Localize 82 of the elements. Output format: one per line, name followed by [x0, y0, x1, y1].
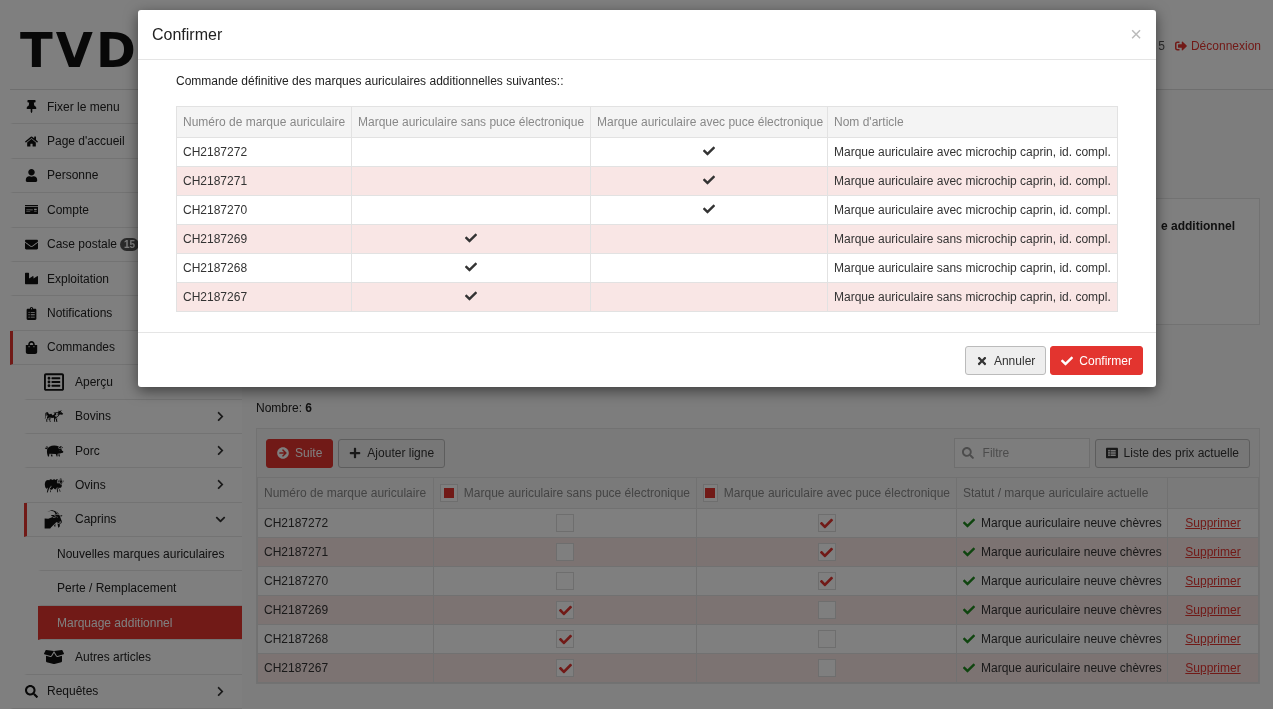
table-cell: CH2187267	[257, 653, 434, 683]
status-text: Marque auriculaire neuve chèvres	[981, 603, 1162, 617]
check-icon	[558, 603, 572, 617]
checkbox[interactable]	[556, 601, 574, 619]
check-icon	[703, 173, 715, 186]
cancel-button[interactable]: Annuler	[964, 346, 1047, 375]
add-row-button[interactable]: Ajouter ligne	[338, 438, 446, 468]
checkbox[interactable]	[556, 659, 574, 677]
table-cell: CH2187268	[176, 253, 352, 283]
table-cell: CH2187268	[257, 624, 434, 654]
price-list-button[interactable]: Liste des prix actuelle	[1094, 438, 1250, 468]
search-icon	[23, 684, 39, 698]
checkbox[interactable]	[817, 514, 836, 532]
table-cell: CH2187270	[176, 195, 352, 225]
check-icon	[558, 632, 572, 646]
check-icon	[963, 546, 975, 558]
factory-icon	[23, 272, 39, 286]
table-cell: Marque auriculaire sans microchip caprin, id. compl.	[827, 224, 1118, 254]
header-checkbox[interactable]	[703, 484, 718, 502]
logout-link[interactable]: Déconnexion	[1174, 38, 1261, 53]
count-text: Nombre: 6	[256, 401, 314, 415]
dialog-message: Commande définitive des marques auriculaires additionnelles suivantes::	[176, 74, 565, 88]
card-icon	[23, 203, 39, 217]
check-icon	[465, 260, 477, 273]
check-icon	[703, 202, 715, 215]
confirm-button[interactable]: Confirmer	[1050, 346, 1143, 375]
checkbox[interactable]	[817, 543, 836, 561]
status-text: Marque auriculaire neuve chèvres	[981, 661, 1162, 675]
check-icon	[558, 661, 572, 675]
status-text: Marque auriculaire neuve chèvres	[981, 574, 1162, 588]
status-text: Marque auriculaire neuve chèvres	[981, 516, 1162, 530]
checkbox[interactable]	[817, 572, 836, 590]
table-cell: Marque auriculaire sans microchip caprin, id. compl.	[827, 282, 1118, 312]
column-header: Marque auriculaire sans puce électronique	[351, 106, 591, 138]
list-icon	[1105, 447, 1118, 459]
next-button[interactable]: Suite	[266, 438, 334, 468]
checkbox[interactable]	[556, 630, 574, 648]
table-cell: CH2187269	[176, 224, 352, 254]
check-icon	[465, 231, 477, 244]
table-cell: CH2187269	[257, 595, 434, 625]
table-cell: CH2187270	[257, 566, 434, 596]
check-icon	[963, 517, 975, 529]
check-icon	[820, 574, 833, 588]
user-text: 5	[1158, 38, 1165, 53]
table-cell: CH2187272	[176, 137, 352, 167]
table-cell: Marque auriculaire avec microchip caprin, id. compl.	[827, 137, 1118, 167]
header-checkbox[interactable]	[440, 484, 458, 502]
column-header: Nom d'article	[827, 106, 1118, 138]
plus-icon	[349, 447, 362, 459]
user-icon	[23, 168, 39, 182]
logo: TVD	[20, 25, 139, 74]
table-cell: CH2187271	[176, 166, 352, 196]
dialog-title: Confirmer	[152, 25, 223, 44]
sign-out-icon	[1174, 39, 1187, 52]
check-icon	[820, 545, 833, 559]
column-header: Marque auriculaire avec puce électronique	[590, 106, 828, 138]
table-cell: CH2187271	[257, 537, 434, 567]
status-text: Marque auriculaire neuve chèvres	[981, 545, 1162, 559]
check-icon	[820, 516, 833, 530]
close-icon	[975, 354, 988, 367]
envelope-icon	[23, 237, 39, 251]
table-cell: Marque auriculaire avec microchip caprin, id. compl.	[827, 166, 1118, 196]
bag-icon	[23, 340, 39, 354]
check-icon	[963, 633, 975, 645]
check-icon	[963, 662, 975, 674]
table-cell: Marque auriculaire avec microchip caprin, id. compl.	[827, 195, 1118, 225]
check-icon	[963, 604, 975, 616]
table-cell: CH2187267	[176, 282, 352, 312]
search-icon	[961, 447, 974, 459]
card-heading: e additionnel	[1161, 219, 1235, 235]
list-icon	[41, 371, 67, 392]
table-cell: CH2187272	[257, 508, 434, 538]
table-cell: Marque auriculaire sans microchip caprin, id. compl.	[827, 253, 1118, 283]
home-icon	[23, 134, 39, 148]
check-icon	[1061, 354, 1074, 367]
check-icon	[465, 289, 477, 302]
check-icon	[703, 144, 715, 157]
sidebar-item[interactable]: Caprins	[24, 502, 242, 538]
sidebar-item[interactable]: Marquage additionnel	[38, 605, 242, 641]
check-icon	[963, 575, 975, 587]
column-header: Numéro de marque auriculaire	[176, 106, 352, 138]
status-text: Marque auriculaire neuve chèvres	[981, 632, 1162, 646]
